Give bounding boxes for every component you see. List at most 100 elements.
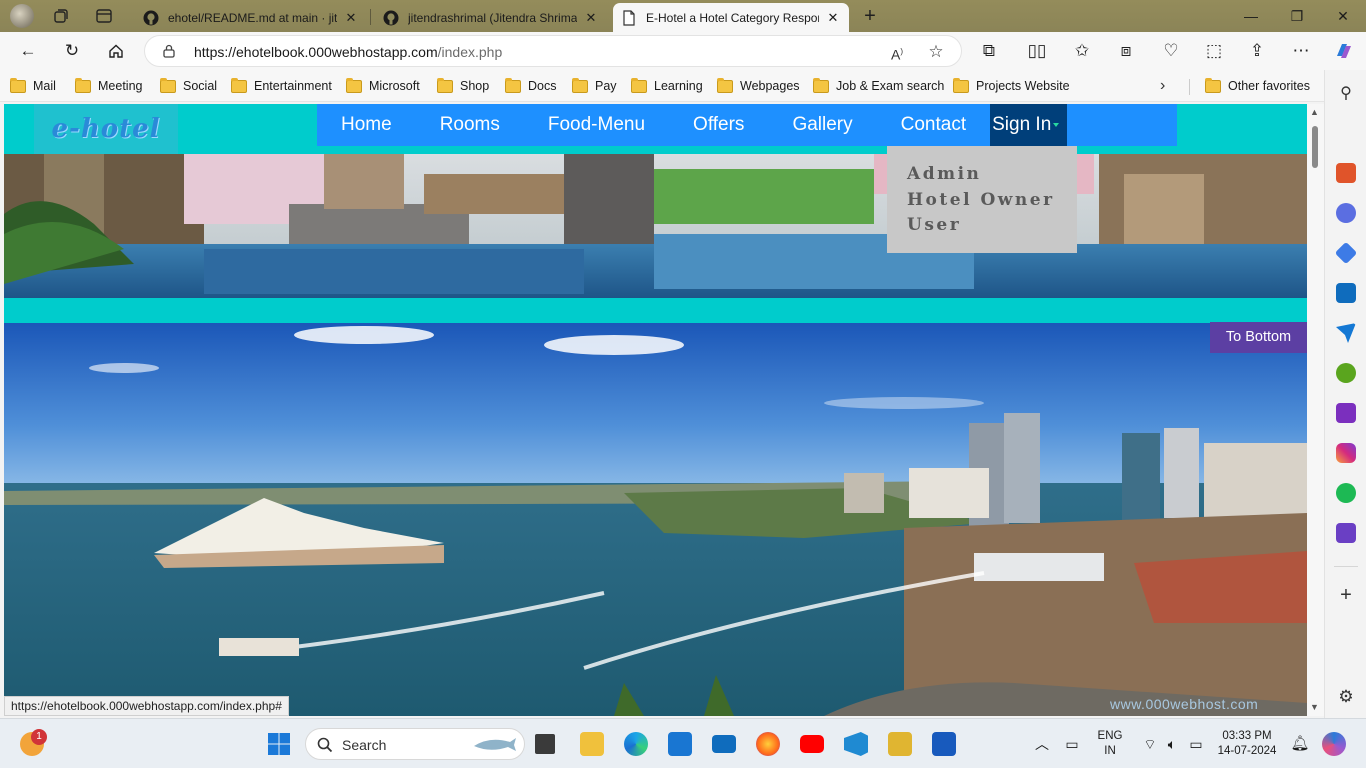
firefox-icon[interactable] [756, 732, 780, 756]
extensions-icon[interactable]: ⧉ [975, 38, 1003, 64]
taskbar-search[interactable]: Search [305, 728, 525, 760]
menu-item-gallery[interactable]: Gallery [768, 104, 876, 146]
github-icon [383, 10, 399, 25]
chevron-right-icon[interactable]: › [1160, 77, 1165, 95]
url-text[interactable]: https://ehotelbook.000webhostapp.com/ind… [194, 44, 502, 60]
tab-github-profile[interactable]: jitendrashrimal (Jitendra Shrimal) ✕ [375, 3, 607, 32]
home-icon[interactable] [102, 38, 130, 64]
favorite-star-icon[interactable]: ☆ [926, 42, 946, 62]
windows-start-icon[interactable] [267, 732, 291, 756]
address-bar[interactable]: https://ehotelbook.000webhostapp.com/ind… [144, 35, 962, 67]
favorite-folder-webpages[interactable]: Webpages [717, 77, 800, 95]
language-indicator[interactable]: ENG IN [1094, 729, 1126, 759]
vscode-icon[interactable] [844, 732, 868, 756]
profile-avatar[interactable] [10, 4, 34, 28]
to-bottom-button[interactable]: To Bottom [1210, 322, 1307, 353]
favorites-icon[interactable]: ✩ [1068, 38, 1096, 64]
dropdown-item-user[interactable]: User [907, 213, 1077, 239]
youtube-icon[interactable] [800, 735, 824, 753]
favorite-folder-other-favorites[interactable]: Other favorites [1205, 77, 1310, 95]
scroll-down-icon[interactable]: ▼ [1310, 702, 1319, 712]
lock-icon[interactable] [163, 44, 175, 58]
favorite-folder-learning[interactable]: Learning [631, 77, 703, 95]
keyboard-layout-icon[interactable]: ▭ [1060, 732, 1084, 756]
scroll-up-icon[interactable]: ▲ [1310, 107, 1319, 117]
scrollbar-thumb[interactable] [1312, 126, 1318, 168]
close-tab-icon[interactable]: ✕ [825, 10, 841, 26]
favorite-folder-job-exam-search[interactable]: Job & Exam search [813, 77, 944, 95]
menu-item-offers[interactable]: Offers [669, 104, 768, 146]
wifi-icon[interactable]: ⌔ [1138, 732, 1162, 756]
new-tab-button[interactable]: + [861, 6, 879, 26]
menu-item-rooms[interactable]: Rooms [416, 104, 524, 146]
file-explorer-icon[interactable] [580, 732, 604, 756]
refresh-icon[interactable]: ↻ [58, 38, 86, 64]
restore-button[interactable]: ❐ [1274, 0, 1320, 32]
favorite-folder-shop[interactable]: Shop [437, 77, 489, 95]
read-aloud-icon[interactable]: A) [887, 42, 907, 63]
favorite-folder-meeting[interactable]: Meeting [75, 77, 142, 95]
settings-gear-icon[interactable]: ⚙ [1336, 687, 1356, 707]
power-bi-icon[interactable] [888, 732, 912, 756]
copilot-taskbar-icon[interactable] [1322, 732, 1346, 756]
more-menu-icon[interactable]: ⋯ [1287, 38, 1315, 64]
favorite-folder-pay[interactable]: Pay [572, 77, 617, 95]
dropdown-item-admin[interactable]: Admin [907, 162, 1077, 188]
caret-down-icon [1053, 122, 1060, 127]
close-tab-icon[interactable]: ✕ [583, 10, 599, 26]
menu-item-home[interactable]: Home [317, 104, 416, 146]
page-icon [623, 9, 635, 26]
collections-icon[interactable]: ⧈ [1112, 38, 1140, 64]
favorite-folder-projects-website[interactable]: Projects Website [953, 77, 1070, 95]
clipchamp-icon[interactable] [1336, 523, 1356, 543]
favorite-folder-mail[interactable]: Mail [10, 77, 56, 95]
workspaces-icon[interactable] [52, 7, 70, 25]
split-screen-icon[interactable]: ▯▯ [1023, 38, 1051, 64]
spotify-icon[interactable] [1336, 483, 1356, 503]
menu-item-sign-in[interactable]: Sign In [990, 104, 1068, 146]
close-window-button[interactable]: ✕ [1320, 0, 1366, 32]
tab-ehotel[interactable]: E-Hotel a Hotel Category Respon ✕ [613, 3, 849, 32]
notification-bell-icon[interactable]: 🔔︎ [1288, 732, 1312, 756]
web-page-viewport: e-hotel Home Rooms Food-Menu Offers Gall… [4, 104, 1307, 716]
add-sidebar-app-icon[interactable]: + [1336, 585, 1356, 605]
close-tab-icon[interactable]: ✕ [343, 10, 359, 26]
menu-item-food-menu[interactable]: Food-Menu [524, 104, 669, 146]
screenshot-icon[interactable]: ⬚ [1200, 38, 1228, 64]
clock[interactable]: 03:33 PM 14-07-2024 [1212, 729, 1282, 759]
site-logo[interactable]: e-hotel [34, 104, 178, 154]
copilot-apps-icon[interactable] [1334, 241, 1358, 265]
share-icon[interactable]: ⇪ [1243, 38, 1271, 64]
outlook-icon[interactable] [1336, 283, 1356, 303]
folder-icon [160, 77, 176, 93]
page-scrollbar[interactable]: ▲ ▼ [1307, 104, 1324, 716]
search-icon[interactable]: ⚲ [1336, 83, 1356, 103]
shopping-icon[interactable] [1336, 163, 1356, 183]
microsoft-store-icon[interactable] [668, 732, 692, 756]
favorite-folder-microsoft[interactable]: Microsoft [346, 77, 420, 95]
telegram-icon[interactable] [1336, 323, 1356, 343]
instagram-icon[interactable] [1336, 443, 1356, 463]
back-icon[interactable]: ← [14, 38, 42, 64]
battery-icon[interactable]: ▭ [1184, 732, 1208, 756]
people-icon[interactable] [1336, 203, 1356, 223]
dropdown-item-hotel-owner[interactable]: Hotel Owner [907, 188, 1077, 214]
task-view-icon[interactable] [535, 734, 555, 754]
volume-icon[interactable]: 🔈︎ [1160, 732, 1184, 756]
onenote-icon[interactable] [1336, 403, 1356, 423]
mail-icon[interactable] [712, 735, 736, 753]
favorite-folder-social[interactable]: Social [160, 77, 217, 95]
performance-icon[interactable]: ♡ [1157, 38, 1185, 64]
minimize-button[interactable]: — [1228, 0, 1274, 32]
games-icon[interactable] [1336, 363, 1356, 383]
copilot-icon[interactable] [1330, 38, 1358, 64]
favorite-folder-entertainment[interactable]: Entertainment [231, 77, 332, 95]
tab-readme[interactable]: ehotel/README.md at main · jite ✕ [135, 3, 367, 32]
word-icon[interactable] [932, 732, 956, 756]
favorite-folder-docs[interactable]: Docs [505, 77, 556, 95]
menu-item-contact[interactable]: Contact [877, 104, 990, 146]
edge-browser-icon[interactable] [624, 732, 648, 756]
chevron-up-icon[interactable]: ︿ [1030, 732, 1054, 756]
divider-strip [4, 298, 1307, 323]
tab-actions-icon[interactable] [95, 7, 113, 25]
